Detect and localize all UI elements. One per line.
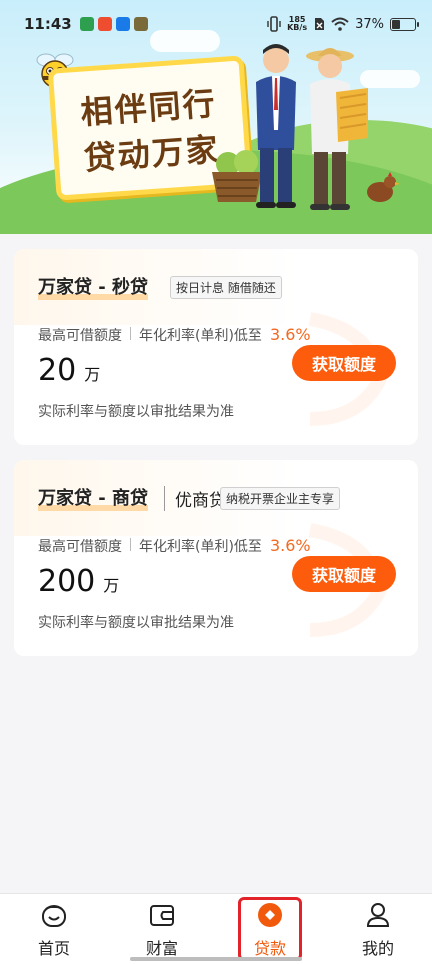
divider	[130, 538, 131, 551]
wallet-icon	[150, 905, 174, 926]
loan-title: 万家贷 - 秒贷	[38, 273, 149, 300]
loan-amount: 200 万	[38, 564, 119, 599]
bottom-nav: 首页 财富 贷款 我的	[0, 893, 432, 964]
rate-value: 3.6%	[269, 325, 311, 344]
status-time: 11:43	[24, 15, 72, 33]
app-notification-icon	[79, 17, 94, 31]
loan-subtitle: 优商贷	[164, 486, 226, 511]
notification-icons	[79, 17, 148, 31]
loan-amount: 20 万	[38, 353, 100, 388]
get-quota-button[interactable]: 获取额度	[292, 556, 396, 592]
loan-title: 万家贷 - 商贷	[38, 484, 149, 511]
loan-rate-row: 最高可借额度 年化利率(单利)低至 3.6%	[38, 536, 311, 556]
nav-item-wealth[interactable]: 财富	[108, 894, 216, 964]
divider	[130, 327, 131, 340]
app-notification-icon	[115, 17, 130, 31]
vibrate-icon	[267, 16, 281, 32]
home-face-icon	[42, 905, 66, 927]
max-amount-label: 最高可借额度	[38, 328, 122, 344]
app-notification-icon	[133, 17, 148, 31]
battery-icon	[390, 17, 419, 31]
battery-percent: 37%	[355, 16, 384, 32]
loan-note: 实际利率与额度以审批结果为准	[38, 404, 234, 420]
nav-item-mine[interactable]: 我的	[324, 894, 432, 964]
loan-card-miaodai[interactable]: 万家贷 - 秒贷 按日计息 随借随还 最高可借额度 年化利率(单利)低至 3.6…	[14, 249, 418, 445]
amount-value: 20	[38, 353, 77, 388]
nav-item-home[interactable]: 首页	[0, 894, 108, 964]
loan-rate-row: 最高可借额度 年化利率(单利)低至 3.6%	[38, 325, 311, 345]
app-notification-icon	[97, 17, 112, 31]
rate-label: 年化利率(单利)低至	[139, 328, 262, 344]
max-amount-label: 最高可借额度	[38, 539, 122, 555]
battery-level-fill	[392, 19, 400, 29]
amount-unit: 万	[84, 365, 101, 384]
nav-label: 首页	[37, 939, 70, 958]
rate-label: 年化利率(单利)低至	[139, 539, 262, 555]
nav-label: 财富	[145, 939, 178, 958]
loan-note: 实际利率与额度以审批结果为准	[38, 615, 234, 631]
amount-unit: 万	[103, 576, 120, 595]
farmer-illustration	[306, 48, 368, 210]
loan-tag: 按日计息 随借随还	[170, 276, 282, 299]
nav-label: 我的	[361, 939, 394, 958]
loan-tab-highlight-box	[238, 897, 302, 961]
status-bar: 11:43 185 KB/s 37%	[0, 0, 432, 48]
wifi-icon	[331, 17, 349, 31]
chicken-illustration	[367, 172, 400, 202]
network-speed-unit: KB/s	[287, 23, 308, 32]
no-sim-icon	[315, 18, 325, 30]
loan-card-shangdai[interactable]: 万家贷 - 商贷 优商贷 纳税开票企业主专享 最高可借额度 年化利率(单利)低至…	[14, 460, 418, 656]
gesture-home-bar[interactable]	[130, 957, 302, 961]
amount-value: 200	[38, 564, 96, 599]
rate-value: 3.6%	[269, 536, 311, 555]
get-quota-button[interactable]: 获取额度	[292, 345, 396, 381]
network-speed: 185 KB/s	[287, 16, 307, 32]
person-icon	[366, 903, 390, 927]
loan-tag: 纳税开票企业主专享	[220, 487, 341, 510]
